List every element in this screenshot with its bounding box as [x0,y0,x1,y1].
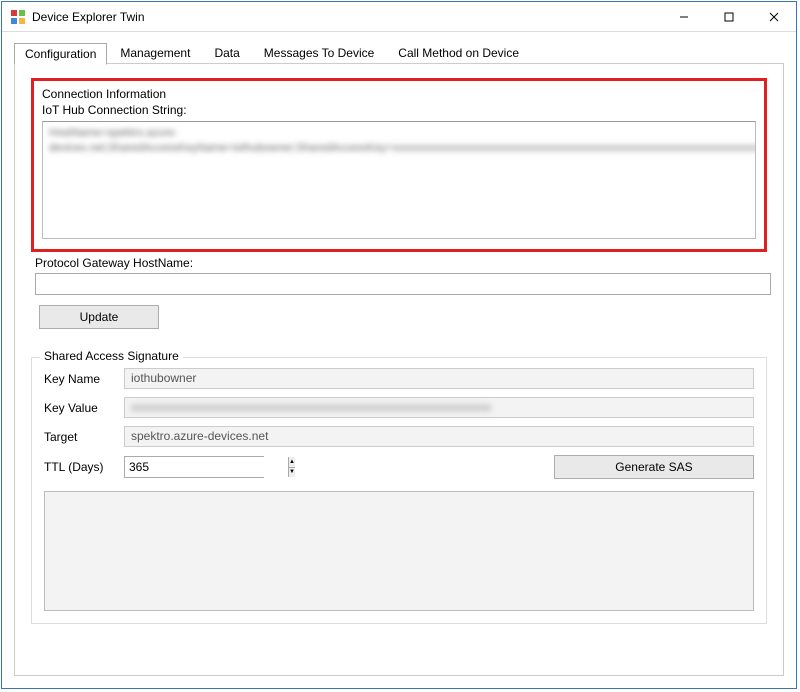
tab-configuration[interactable]: Configuration [14,43,107,65]
protocol-gateway-input[interactable] [35,273,771,295]
key-value-label: Key Value [44,401,124,415]
target-label: Target [44,430,124,444]
connection-string-label: IoT Hub Connection String: [42,103,756,117]
app-window: Device Explorer Twin Configuration Manag… [1,1,797,689]
tab-call-method-on-device[interactable]: Call Method on Device [387,42,530,64]
minimize-button[interactable] [661,2,706,31]
client-area: Configuration Management Data Messages T… [2,32,796,688]
ttl-stepper[interactable]: ▲ ▼ [124,456,264,478]
titlebar: Device Explorer Twin [2,2,796,32]
ttl-up-button[interactable]: ▲ [289,457,295,468]
window-title: Device Explorer Twin [32,10,661,24]
tab-messages-to-device[interactable]: Messages To Device [253,42,386,64]
maximize-button[interactable] [706,2,751,31]
key-value-field: xxxxxxxxxxxxxxxxxxxxxxxxxxxxxxxxxxxxxxxx… [124,397,754,418]
connection-string-input[interactable]: HostName=spektro.azure-devices.net;Share… [42,121,756,239]
ttl-spinner: ▲ ▼ [288,457,295,477]
tab-strip: Configuration Management Data Messages T… [14,40,784,64]
tab-panel-configuration: Connection Information IoT Hub Connectio… [14,63,784,676]
window-controls [661,2,796,31]
ttl-down-button[interactable]: ▼ [289,468,295,478]
ttl-label: TTL (Days) [44,460,124,474]
generate-sas-button[interactable]: Generate SAS [554,455,754,479]
chevron-up-icon: ▲ [289,459,295,465]
close-button[interactable] [751,2,796,31]
chevron-down-icon: ▼ [289,469,295,475]
sas-output-field[interactable] [44,491,754,611]
protocol-gateway-label: Protocol Gateway HostName: [35,256,767,270]
tab-data[interactable]: Data [203,42,250,64]
sas-group-title: Shared Access Signature [40,349,183,363]
update-button[interactable]: Update [39,305,159,329]
connection-group-label: Connection Information [42,87,756,101]
ttl-input[interactable] [125,457,288,477]
tab-management[interactable]: Management [109,42,201,64]
app-icon [10,9,26,25]
key-name-label: Key Name [44,372,124,386]
shared-access-signature-group: Shared Access Signature Key Name iothubo… [31,357,767,624]
key-name-field: iothubowner [124,368,754,389]
connection-information-group: Connection Information IoT Hub Connectio… [31,78,767,252]
target-field: spektro.azure-devices.net [124,426,754,447]
